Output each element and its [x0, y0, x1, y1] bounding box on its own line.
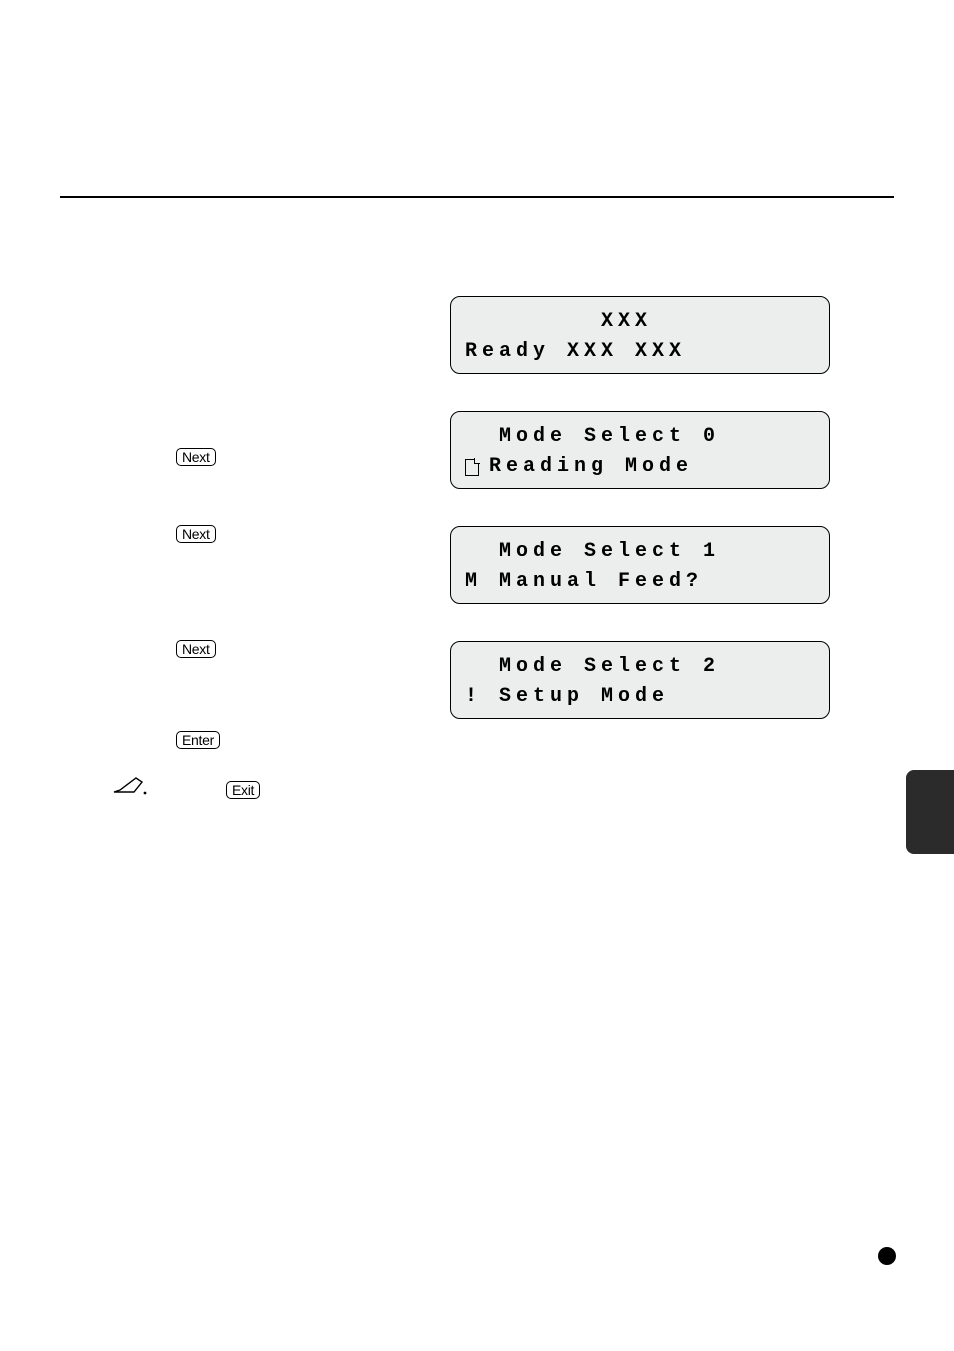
manual-page: XXX Ready XXX XXX Mode Select 0 Reading … [0, 0, 954, 1351]
exit-key[interactable]: Exit [226, 781, 260, 799]
lcd-line-1: Mode Select 1 [465, 537, 815, 567]
next-key[interactable]: Next [176, 448, 216, 466]
lcd-line-2: Ready XXX XXX [465, 337, 815, 367]
lcd-display-ready: XXX Ready XXX XXX [450, 296, 830, 374]
lcd-line-1: Mode Select 2 [465, 652, 815, 682]
horizontal-rule [60, 196, 894, 198]
lcd-line-1: Mode Select 0 [465, 422, 815, 452]
next-key[interactable]: Next [176, 525, 216, 543]
lcd-line-2: Reading Mode [465, 452, 815, 482]
document-icon [465, 459, 479, 476]
enter-key[interactable]: Enter [176, 731, 220, 749]
lcd-line-2: M Manual Feed? [465, 567, 815, 597]
note-icon [112, 776, 148, 796]
section-tab [906, 770, 954, 854]
lcd-line-2: ! Setup Mode [465, 682, 815, 712]
lcd-display-mode-1: Mode Select 1 M Manual Feed? [450, 526, 830, 604]
lcd-display-mode-0: Mode Select 0 Reading Mode [450, 411, 830, 489]
next-key[interactable]: Next [176, 640, 216, 658]
lcd-display-mode-2: Mode Select 2 ! Setup Mode [450, 641, 830, 719]
page-marker-dot [878, 1247, 896, 1265]
lcd-line-1: XXX [465, 307, 815, 337]
lcd-line-2-text: Reading Mode [489, 452, 693, 482]
